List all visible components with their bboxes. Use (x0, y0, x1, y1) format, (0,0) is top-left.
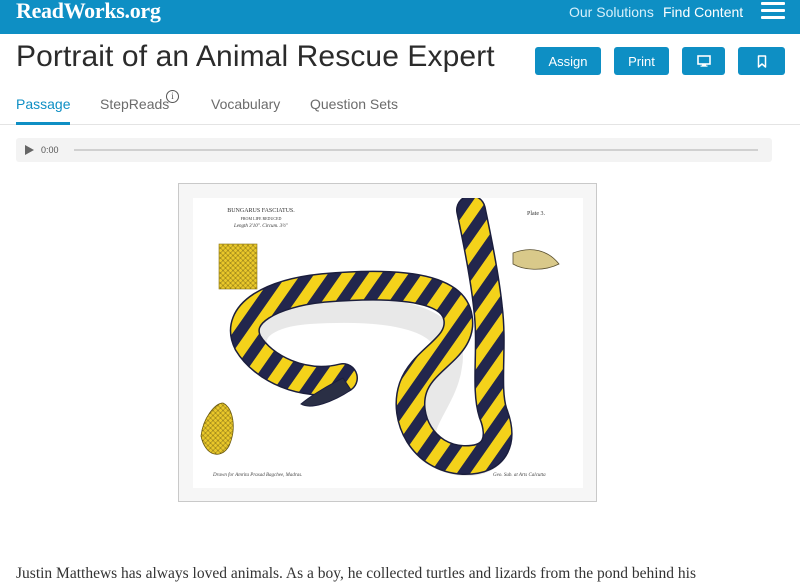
hamburger-menu-icon[interactable] (761, 2, 785, 20)
banded-krait-drawing (200, 198, 560, 477)
passage-image-frame: BUNGARUS FASCIATUS. FROM LIFE REDUCED Le… (178, 183, 597, 502)
tab-stepreads[interactable]: StepReads (100, 96, 169, 112)
nav-find-content[interactable]: Find Content (663, 4, 743, 20)
bookmark-icon (757, 54, 766, 68)
audio-time: 0:00 (41, 145, 59, 155)
present-button[interactable] (682, 47, 725, 75)
play-icon[interactable] (25, 145, 34, 155)
snake-illustration: BUNGARUS FASCIATUS. FROM LIFE REDUCED Le… (193, 198, 583, 488)
top-navigation-bar: ReadWorks.org Our Solutions Find Content (0, 0, 800, 34)
content-tabs: Passage StepReads i Vocabulary Question … (0, 90, 800, 125)
print-button[interactable]: Print (614, 47, 669, 75)
tab-passage[interactable]: Passage (16, 96, 71, 125)
audio-player: 0:00 (16, 138, 772, 162)
plate-credit-right: Geo. Sub. at Arts Calcutta (493, 473, 546, 478)
bookmark-button[interactable] (738, 47, 785, 75)
assign-button[interactable]: Assign (535, 47, 601, 75)
plate-credit-left: Drawn for Amrita Prasad Bagchee, Madras. (213, 473, 303, 478)
audio-progress-track[interactable] (74, 149, 758, 151)
readworks-logo[interactable]: ReadWorks.org (16, 0, 161, 24)
tab-vocabulary[interactable]: Vocabulary (211, 96, 280, 112)
nav-our-solutions[interactable]: Our Solutions (569, 4, 654, 20)
info-icon[interactable]: i (166, 90, 179, 103)
tab-question-sets[interactable]: Question Sets (310, 96, 398, 112)
passage-text: Justin Matthews has always loved animals… (16, 565, 696, 582)
page-title: Portrait of an Animal Rescue Expert (16, 40, 495, 73)
monitor-icon (696, 55, 711, 67)
